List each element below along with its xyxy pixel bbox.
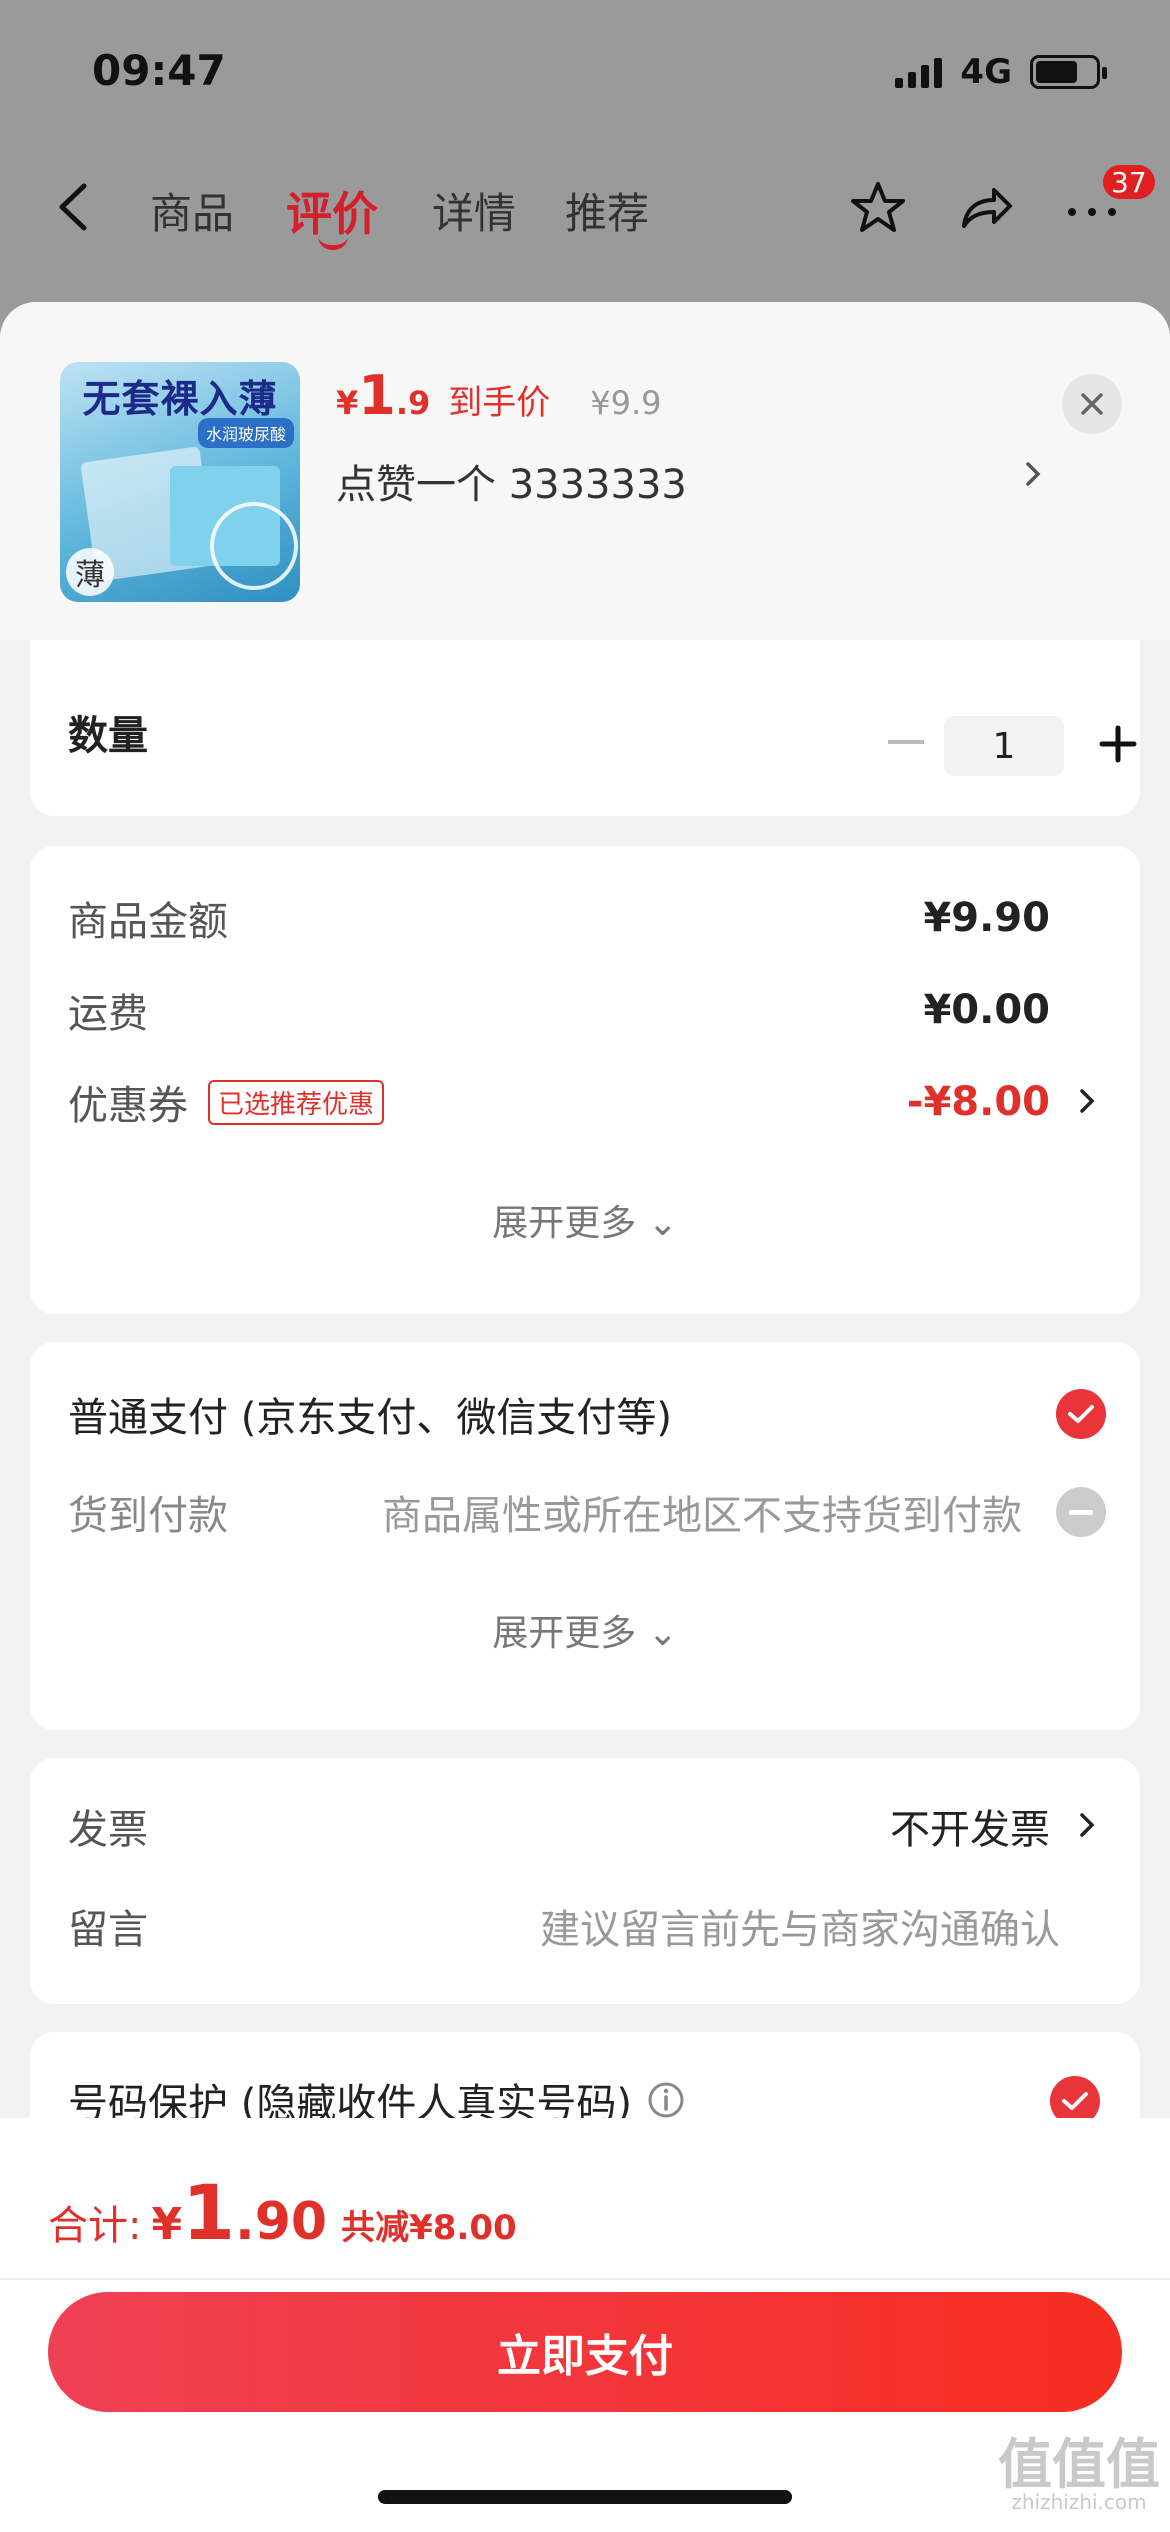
- quantity-increase-button[interactable]: [1098, 724, 1138, 764]
- network-label: 4G: [960, 52, 1012, 92]
- sheet-header: 无套裸入薄 水润玻尿酸 薄 ¥ 1 .9 到手价 ¥9.9 点赞一个 33333…: [0, 302, 1170, 640]
- home-indicator[interactable]: [378, 2490, 792, 2504]
- checkmark-selected-icon[interactable]: [1056, 1389, 1106, 1439]
- payment-method-card: 普通支付 (京东支付、微信支付等) 货到付款 商品属性或所在地区不支持货到付款 …: [30, 1342, 1140, 1730]
- checkout-footer: 合计: ¥ 1 .90 共减¥8.00 立即支付 值值值 zhizhizhi.c…: [0, 2118, 1170, 2532]
- product-nav-bar: 商品 评价 详情 推荐 37: [0, 150, 1170, 270]
- message-row[interactable]: 留言 建议留言前先与商家沟通确认: [68, 1894, 1140, 1958]
- chevron-right-icon[interactable]: [1076, 1084, 1100, 1118]
- thumbnail-corner-label: 薄: [66, 548, 114, 596]
- status-time: 09:47: [92, 46, 226, 95]
- chevron-right-icon[interactable]: [1020, 456, 1048, 492]
- normal-payment-label: 普通支付 (京东支付、微信支付等): [68, 1395, 672, 1441]
- product-thumbnail: 无套裸入薄 水润玻尿酸 薄: [60, 362, 300, 602]
- price-summary-card: 商品金额 ¥9.90 运费 ¥0.00 优惠券 已选推荐优惠 -¥8.00 展开…: [30, 846, 1140, 1314]
- coupon-value: -¥8.00: [906, 1079, 1050, 1125]
- quantity-input[interactable]: 1: [944, 716, 1064, 776]
- normal-payment-row[interactable]: 普通支付 (京东支付、微信支付等): [68, 1382, 1140, 1446]
- quantity-decrease-button[interactable]: [888, 740, 924, 744]
- cod-label: 货到付款: [68, 1493, 228, 1539]
- goods-amount-value: ¥9.90: [923, 895, 1050, 941]
- star-icon[interactable]: [848, 178, 908, 238]
- coupon-label: 优惠券: [68, 1083, 188, 1129]
- watermark-sub: zhizhizhi.com: [1011, 2490, 1147, 2514]
- tab-goods[interactable]: 商品: [150, 180, 234, 241]
- tab-reviews[interactable]: 评价: [286, 178, 378, 244]
- invoice-row[interactable]: 发票 不开发票: [68, 1794, 1140, 1858]
- message-input[interactable]: 建议留言前先与商家沟通确认: [540, 1897, 1060, 1955]
- disabled-option-icon: [1056, 1487, 1106, 1537]
- goods-amount-label: 商品金额: [68, 899, 228, 945]
- pay-now-button[interactable]: 立即支付: [48, 2292, 1122, 2412]
- info-icon[interactable]: [646, 2080, 686, 2120]
- total-integer: 1: [182, 2168, 235, 2257]
- invoice-message-card: 发票 不开发票 留言 建议留言前先与商家沟通确认: [30, 1758, 1140, 2004]
- share-icon[interactable]: [956, 178, 1016, 238]
- message-label: 留言: [68, 1907, 148, 1953]
- active-tab-indicator: [318, 236, 348, 250]
- thumbnail-tag: 水润玻尿酸: [197, 418, 294, 448]
- quantity-row: 数量 1: [68, 702, 1140, 776]
- watermark-main: 值值值: [998, 2433, 1160, 2496]
- total-decimal: .90: [235, 2192, 328, 2252]
- status-indicators: 4G: [895, 52, 1107, 92]
- expand-more-button[interactable]: 展开更多 ⌄: [30, 1194, 1140, 1246]
- goods-amount-row: 商品金额 ¥9.90: [68, 888, 1140, 948]
- watermark: 值值值 zhizhizhi.com: [998, 2433, 1160, 2514]
- signal-icon: [895, 56, 943, 88]
- price-line: ¥ 1 .9 到手价 ¥9.9: [336, 364, 662, 427]
- expand-more-button[interactable]: 展开更多 ⌄: [30, 1604, 1140, 1656]
- shipping-label: 运费: [68, 991, 148, 1037]
- cod-note: 商品属性或所在地区不支持货到付款: [382, 1493, 1022, 1539]
- shipping-row: 运费 ¥0.00: [68, 980, 1140, 1040]
- total-label: 合计:: [48, 2203, 142, 2249]
- original-price: ¥9.9: [590, 384, 662, 422]
- thumbnail-title: 无套裸入薄: [82, 377, 278, 421]
- status-bar: 09:47 4G: [0, 0, 1170, 150]
- total-line: 合计: ¥ 1 .90 共减¥8.00: [48, 2168, 517, 2257]
- selected-spec[interactable]: 点赞一个 3333333: [336, 452, 687, 510]
- invoice-label: 发票: [68, 1807, 148, 1853]
- message-count-badge: 37: [1100, 162, 1158, 202]
- quantity-card: 数量 1: [30, 640, 1140, 816]
- price-symbol: ¥: [336, 384, 359, 422]
- back-arrow-icon[interactable]: [52, 182, 96, 232]
- product-circle-graphic: [210, 502, 298, 590]
- total-symbol: ¥: [151, 2199, 183, 2250]
- cod-payment-row: 货到付款 商品属性或所在地区不支持货到付款: [68, 1480, 1140, 1544]
- total-savings: 共减¥8.00: [341, 2208, 517, 2248]
- close-button[interactable]: [1062, 374, 1122, 434]
- quantity-label: 数量: [68, 713, 148, 759]
- coupon-tag: 已选推荐优惠: [208, 1079, 385, 1125]
- divider: [0, 2278, 1170, 2280]
- chevron-right-icon[interactable]: [1076, 1808, 1100, 1842]
- coupon-row[interactable]: 优惠券 已选推荐优惠 -¥8.00: [68, 1072, 1140, 1132]
- invoice-value: 不开发票: [890, 1807, 1050, 1853]
- close-icon: [1081, 393, 1103, 415]
- price-integer: 1: [358, 364, 396, 427]
- tab-recommend[interactable]: 推荐: [565, 180, 649, 241]
- battery-icon: [1030, 55, 1107, 89]
- shipping-value: ¥0.00: [923, 987, 1050, 1033]
- final-price-label: 到手价: [448, 383, 551, 423]
- price-decimal: .9: [395, 384, 431, 422]
- tab-details[interactable]: 详情: [432, 180, 516, 241]
